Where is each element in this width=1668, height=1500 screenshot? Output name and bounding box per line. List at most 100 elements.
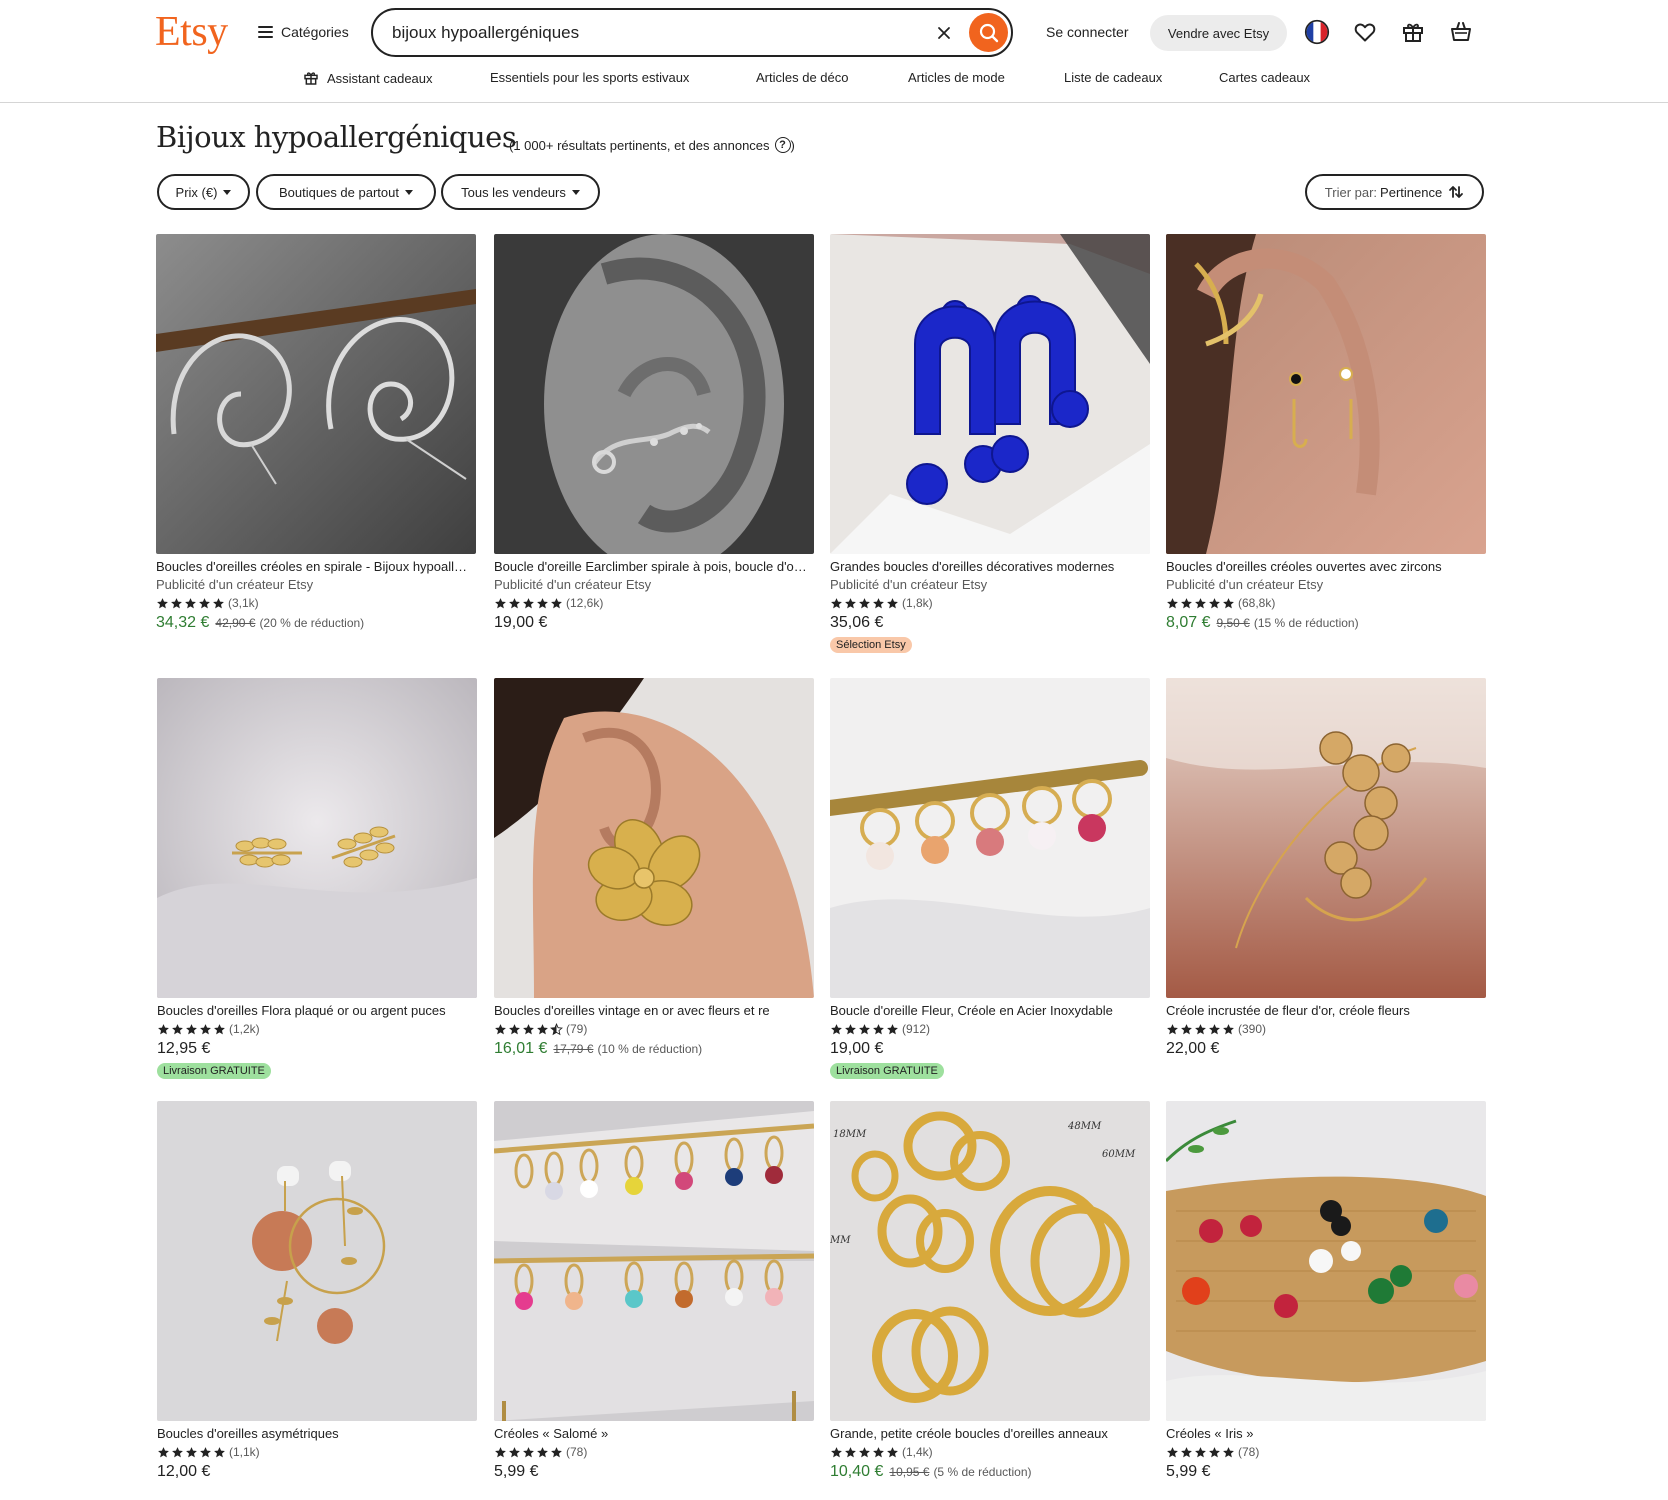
price: 16,01 € <box>494 1040 548 1057</box>
listing-title[interactable]: Créole incrustée de fleur d'or, créole f… <box>1166 1003 1482 1018</box>
listing-photo[interactable] <box>830 678 1150 998</box>
france-flag-icon[interactable] <box>1304 19 1330 45</box>
listing-title[interactable]: Boucles d'oreilles créoles ouvertes avec… <box>1166 559 1482 574</box>
listing-card[interactable]: Créoles « Iris » (78) 5,99 € <box>1166 1101 1486 1481</box>
listing-card[interactable]: Boucle d'oreille Earclimber spirale à po… <box>494 234 814 632</box>
seller-filter-dropdown[interactable]: Tous les vendeurs <box>441 174 600 210</box>
rating: (79) <box>494 1022 814 1036</box>
ad-label: Publicité d'un créateur Etsy <box>156 577 314 592</box>
rating: (68,8k) <box>1166 596 1486 610</box>
search-input[interactable] <box>392 17 912 48</box>
clear-search-icon[interactable] <box>934 23 954 43</box>
rating: (1,4k) <box>830 1445 1150 1459</box>
price-filter-dropdown[interactable]: Prix (€) <box>157 174 250 210</box>
listing-title[interactable]: Boucle d'oreille Earclimber spirale à po… <box>494 559 810 574</box>
listing-photo[interactable]: 18MM 48MM 60MM MM <box>830 1101 1150 1421</box>
price-row: 22,00 € <box>1166 1040 1486 1058</box>
listing-title[interactable]: Grande, petite créole boucles d'oreilles… <box>830 1426 1146 1441</box>
star-rating-icon <box>830 597 899 610</box>
price-row: 19,00 € <box>494 614 814 632</box>
help-icon[interactable]: ? <box>774 137 791 153</box>
caret-down-icon <box>404 190 413 195</box>
signin-link[interactable]: Se connecter <box>1046 24 1129 40</box>
rating: (1,2k) <box>157 1022 477 1036</box>
listing-photo[interactable] <box>157 1101 477 1421</box>
free-shipping-badge: Livraison GRATUITE <box>830 1063 944 1079</box>
categories-label: Catégories <box>281 24 349 40</box>
search-submit-button[interactable] <box>969 13 1008 52</box>
listing-photo[interactable] <box>1166 678 1486 998</box>
listing-photo[interactable] <box>1166 234 1486 554</box>
price: 12,95 € <box>157 1040 211 1057</box>
listing-card[interactable]: Boucles d'oreilles asymétriques (1,1k) 1… <box>157 1101 477 1481</box>
listing-title[interactable]: Créoles « Salomé » <box>494 1426 810 1441</box>
seller-filter-label: Tous les vendeurs <box>461 184 566 200</box>
listing-card[interactable]: Boucles d'oreilles vintage en or avec fl… <box>494 678 814 1058</box>
listing-card[interactable]: Grandes boucles d'oreilles décoratives m… <box>830 234 1150 653</box>
results-close: ) <box>790 137 795 153</box>
price-row: 35,06 € <box>830 614 1150 632</box>
listing-card[interactable]: Boucles d'oreilles Flora plaqué or ou ar… <box>157 678 477 1079</box>
etsy-logo[interactable]: Etsy <box>155 8 228 56</box>
size-label: 48MM <box>1067 1121 1102 1132</box>
size-label: 60MM <box>1102 1149 1136 1160</box>
sort-value: Pertinence <box>1380 184 1443 200</box>
listing-photo[interactable] <box>830 234 1150 554</box>
price: 19,00 € <box>830 1040 884 1057</box>
discount: (20 % de réduction) <box>259 616 365 630</box>
subnav-gift-assistant[interactable]: Assistant cadeaux <box>303 70 433 86</box>
listing-card[interactable]: Créole incrustée de fleur d'or, créole f… <box>1166 678 1486 1058</box>
price-row: 16,01 € 17,79 € (10 % de réduction) <box>494 1040 814 1058</box>
listing-title[interactable]: Boucles d'oreilles créoles en spirale - … <box>156 559 472 574</box>
subnav-fashion[interactable]: Articles de mode <box>908 70 1005 85</box>
gift-icon <box>304 72 318 85</box>
price-row: 5,99 € <box>1166 1463 1486 1481</box>
listing-card[interactable]: Boucles d'oreilles créoles en spirale - … <box>156 234 476 632</box>
listing-photo[interactable] <box>494 678 814 998</box>
site-header: Etsy Catégories Se connecter Vendre avec… <box>0 0 1668 103</box>
subnav-gift-registry[interactable]: Liste de cadeaux <box>1064 70 1162 85</box>
heart-icon[interactable] <box>1352 19 1378 45</box>
listing-card[interactable]: Créoles « Salomé » (78) 5,99 € <box>494 1101 814 1481</box>
listing-photo[interactable] <box>494 1101 814 1421</box>
subnav-summer-sports[interactable]: Essentiels pour les sports estivaux <box>490 70 689 85</box>
listing-title[interactable]: Créoles « Iris » <box>1166 1426 1482 1441</box>
cart-icon[interactable] <box>1448 19 1474 45</box>
listing-card[interactable]: Boucle d'oreille Fleur, Créole en Acier … <box>830 678 1150 1079</box>
star-rating-icon <box>157 1446 226 1459</box>
listing-title[interactable]: Grandes boucles d'oreilles décoratives m… <box>830 559 1146 574</box>
rating: (78) <box>1166 1445 1486 1459</box>
listing-title[interactable]: Boucles d'oreilles vintage en or avec fl… <box>494 1003 810 1018</box>
listing-photo[interactable] <box>156 234 476 554</box>
listing-title[interactable]: Boucles d'oreilles Flora plaqué or ou ar… <box>157 1003 473 1018</box>
sort-dropdown[interactable]: Trier par: Pertinence <box>1305 174 1484 210</box>
shop-location-dropdown[interactable]: Boutiques de partout <box>256 174 436 210</box>
size-label: MM <box>830 1235 851 1246</box>
listing-card[interactable]: 18MM 48MM 60MM MM Grande, petite créole … <box>830 1101 1150 1481</box>
original-price: 9,50 € <box>1216 616 1250 630</box>
listing-photo[interactable] <box>494 234 814 554</box>
gift-icon[interactable] <box>1400 19 1426 45</box>
price: 5,99 € <box>494 1463 539 1480</box>
price: 22,00 € <box>1166 1040 1220 1057</box>
listing-title[interactable]: Boucles d'oreilles asymétriques <box>157 1426 473 1441</box>
categories-button[interactable]: Catégories <box>258 20 349 44</box>
rating: (3,1k) <box>156 596 476 610</box>
etsy-pick-badge: Sélection Etsy <box>830 637 912 653</box>
star-rating-icon <box>830 1023 899 1036</box>
listing-card[interactable]: Boucles d'oreilles créoles ouvertes avec… <box>1166 234 1486 632</box>
results-text: (1 000+ résultats pertinents, et des ann… <box>509 137 770 153</box>
review-count: (1,1k) <box>229 1445 260 1459</box>
price-filter-label: Prix (€) <box>175 184 218 200</box>
sell-on-etsy-button[interactable]: Vendre avec Etsy <box>1150 15 1287 51</box>
rating: (12,6k) <box>494 596 814 610</box>
listing-photo[interactable] <box>157 678 477 998</box>
rating: (78) <box>494 1445 814 1459</box>
subnav-gift-cards[interactable]: Cartes cadeaux <box>1219 70 1310 85</box>
listing-title[interactable]: Boucle d'oreille Fleur, Créole en Acier … <box>830 1003 1146 1018</box>
listing-photo[interactable] <box>1166 1101 1486 1421</box>
subnav-home-decor[interactable]: Articles de déco <box>756 70 849 85</box>
menu-icon <box>258 26 273 38</box>
rating: (1,1k) <box>157 1445 477 1459</box>
review-count: (78) <box>566 1445 588 1459</box>
